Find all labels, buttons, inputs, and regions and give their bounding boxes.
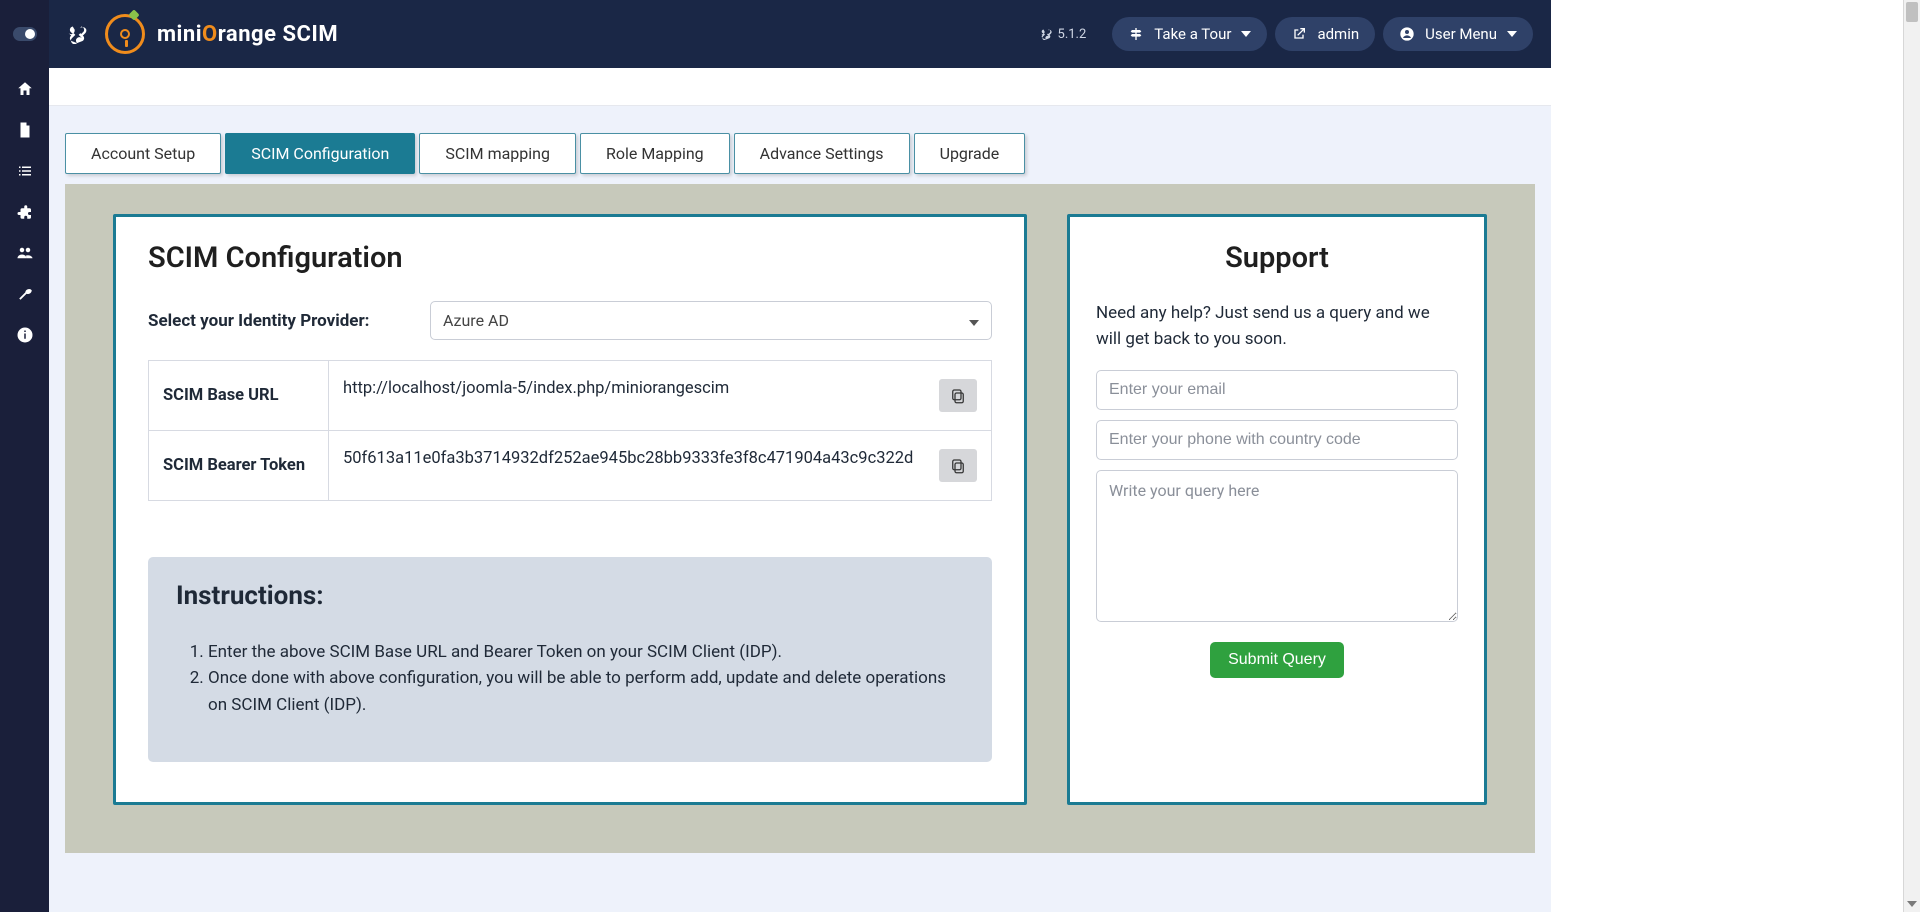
config-value: 50f613a11e0fa3b3714932df252ae945bc28bb93…	[329, 431, 992, 501]
tab-account-setup[interactable]: Account Setup	[65, 133, 221, 174]
tab-scim-configuration[interactable]: SCIM Configuration	[225, 133, 415, 174]
chevron-down-icon	[1507, 31, 1517, 37]
main-area: miniOrange SCIM 5.1.2 Take a Tour admin …	[49, 0, 1551, 912]
brand-logo[interactable]: miniOrange SCIM	[67, 14, 338, 54]
tab-role-mapping[interactable]: Role Mapping	[580, 133, 730, 174]
copy-button[interactable]	[939, 449, 977, 482]
instructions-panel: Instructions: Enter the above SCIM Base …	[148, 557, 992, 762]
version-label: 5.1.2	[1040, 27, 1087, 42]
support-phone-input[interactable]	[1096, 420, 1458, 460]
chevron-down-icon	[969, 311, 979, 330]
admin-link-button[interactable]: admin	[1275, 17, 1375, 51]
user-menu-button[interactable]: User Menu	[1383, 17, 1533, 51]
user-circle-icon	[1399, 26, 1415, 42]
submit-query-button[interactable]: Submit Query	[1210, 642, 1344, 678]
support-text: Need any help? Just send us a query and …	[1096, 301, 1458, 352]
page-scrollbar[interactable]	[1903, 0, 1920, 912]
signpost-icon	[1128, 26, 1144, 42]
joomla-icon	[67, 24, 87, 44]
tab-strip: Account Setup SCIM Configuration SCIM ma…	[49, 106, 1551, 184]
support-title: Support	[1096, 241, 1458, 275]
table-row: SCIM Bearer Token 50f613a11e0fa3b3714932…	[149, 431, 992, 501]
tab-upgrade[interactable]: Upgrade	[914, 133, 1026, 174]
side-icon-info[interactable]	[0, 314, 49, 355]
brand-text: miniOrange SCIM	[157, 22, 338, 47]
instructions-title: Instructions:	[176, 581, 964, 611]
support-query-textarea[interactable]	[1096, 470, 1458, 622]
tab-scim-mapping[interactable]: SCIM mapping	[419, 133, 576, 174]
config-title: SCIM Configuration	[148, 241, 992, 275]
side-icon-home[interactable]	[0, 68, 49, 109]
content-scroll[interactable]: Account Setup SCIM Configuration SCIM ma…	[49, 106, 1551, 912]
sidebar-toggle[interactable]	[0, 0, 49, 68]
scroll-down-button[interactable]	[1904, 896, 1920, 912]
side-icon-list[interactable]	[0, 150, 49, 191]
side-icon-users[interactable]	[0, 232, 49, 273]
topbar: miniOrange SCIM 5.1.2 Take a Tour admin …	[49, 0, 1551, 68]
tab-advance-settings[interactable]: Advance Settings	[734, 133, 910, 174]
table-row: SCIM Base URL http://localhost/joomla-5/…	[149, 361, 992, 431]
instruction-item: Enter the above SCIM Base URL and Bearer…	[208, 639, 964, 665]
support-card: Support Need any help? Just send us a qu…	[1067, 214, 1487, 805]
miniorange-logo-icon	[105, 14, 145, 54]
sub-toolbar	[49, 68, 1551, 106]
copy-button[interactable]	[939, 379, 977, 412]
chevron-down-icon	[1241, 31, 1251, 37]
side-icon-wrench[interactable]	[0, 273, 49, 314]
joomla-small-icon	[1040, 28, 1052, 40]
scroll-thumb[interactable]	[1906, 2, 1918, 22]
copy-icon	[949, 457, 967, 475]
config-key: SCIM Base URL	[149, 361, 329, 431]
support-email-input[interactable]	[1096, 370, 1458, 410]
side-icon-puzzle[interactable]	[0, 191, 49, 232]
copy-icon	[949, 387, 967, 405]
instruction-item: Once done with above configuration, you …	[208, 665, 964, 718]
config-table: SCIM Base URL http://localhost/joomla-5/…	[148, 360, 992, 501]
idp-select[interactable]: Azure AD	[430, 301, 992, 340]
take-tour-button[interactable]: Take a Tour	[1112, 17, 1267, 51]
config-value: http://localhost/joomla-5/index.php/mini…	[329, 361, 992, 431]
external-link-icon	[1291, 26, 1307, 42]
side-icon-file[interactable]	[0, 109, 49, 150]
admin-sidebar	[0, 0, 49, 912]
config-key: SCIM Bearer Token	[149, 431, 329, 501]
config-card: SCIM Configuration Select your Identity …	[113, 214, 1027, 805]
idp-label: Select your Identity Provider:	[148, 311, 406, 331]
